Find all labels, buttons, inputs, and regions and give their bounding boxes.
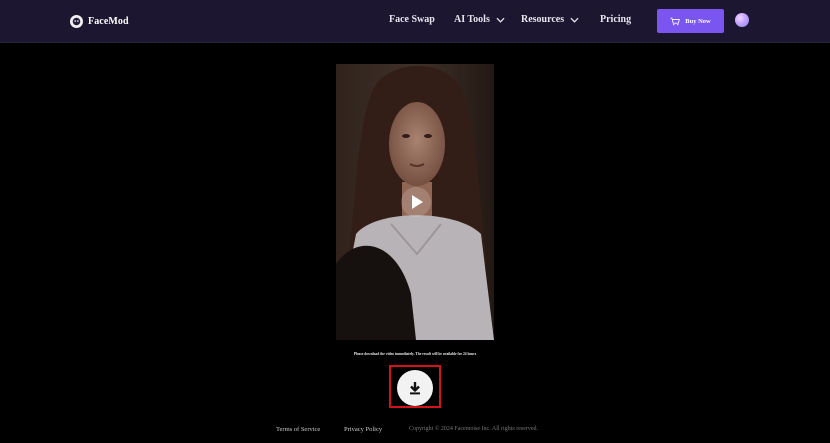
logo[interactable]: FaceMod [70, 13, 129, 29]
nav-face-swap-label: Face Swap [389, 14, 435, 25]
buy-now-label: Buy Now [685, 17, 711, 25]
nav-ai-tools-label: AI Tools [454, 14, 490, 25]
download-button[interactable] [397, 370, 433, 406]
logo-icon [70, 14, 83, 28]
nav-ai-tools[interactable]: AI Tools [454, 14, 505, 25]
nav-resources-label: Resources [521, 14, 565, 25]
copyright-text: Copyright © 2024 Facemoise Inc. All righ… [409, 426, 539, 432]
terms-of-service-link[interactable]: Terms of Service [276, 426, 320, 433]
privacy-policy-link[interactable]: Privacy Policy [344, 426, 382, 433]
user-avatar[interactable] [735, 13, 749, 27]
play-icon [412, 195, 423, 209]
top-navbar: FaceMod Face Swap AI Tools Resources Pri… [0, 0, 830, 43]
chevron-down-icon [570, 17, 579, 23]
nav-pricing-label: Pricing [600, 14, 632, 25]
page: FaceMod Face Swap AI Tools Resources Pri… [0, 0, 830, 443]
download-icon [410, 382, 420, 395]
logo-text: FaceMod [88, 15, 129, 27]
nav-face-swap[interactable]: Face Swap [389, 14, 435, 25]
buy-now-button[interactable]: Buy Now [657, 9, 724, 33]
chevron-down-icon [496, 17, 505, 23]
nav-resources[interactable]: Resources [521, 14, 579, 25]
cart-icon [670, 17, 681, 25]
download-notice: Please download the video immediately. T… [353, 352, 477, 356]
nav-pricing[interactable]: Pricing [600, 14, 631, 25]
play-button[interactable] [401, 187, 431, 217]
